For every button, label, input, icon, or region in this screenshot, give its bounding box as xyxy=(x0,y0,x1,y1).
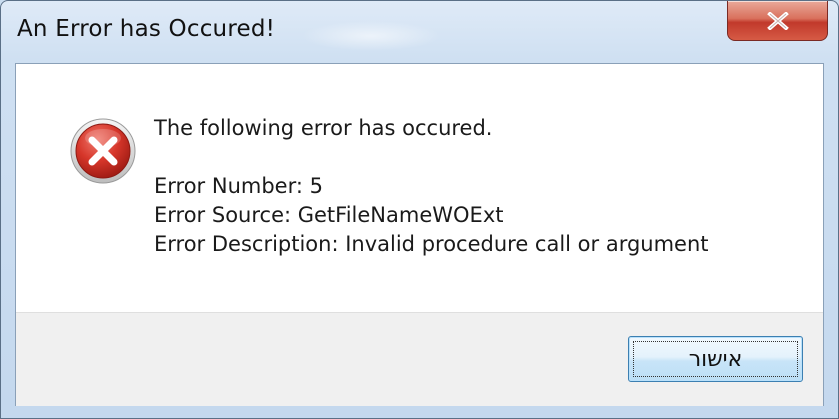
title-bar[interactable]: An Error has Occured! xyxy=(1,1,838,63)
error-icon xyxy=(70,118,136,184)
ok-button[interactable]: אישור xyxy=(628,336,803,382)
error-header-text: The following error has occured. xyxy=(154,116,493,140)
dialog-client-area: The following error has occured. Error N… xyxy=(15,63,824,406)
window-bottom-border xyxy=(1,406,838,418)
close-x-icon xyxy=(766,11,789,30)
close-button[interactable] xyxy=(727,1,828,41)
message-area: The following error has occured. Error N… xyxy=(16,64,823,312)
error-description-text: Error Description: Invalid procedure cal… xyxy=(154,232,709,256)
title-bar-glow xyxy=(301,21,441,51)
error-number-text: Error Number: 5 xyxy=(154,174,323,198)
error-source-text: Error Source: GetFileNameWOExt xyxy=(154,203,504,227)
window-title: An Error has Occured! xyxy=(17,16,276,42)
dialog-window: An Error has Occured! The following erro… xyxy=(0,0,839,419)
ok-button-label: אישור xyxy=(688,346,743,372)
